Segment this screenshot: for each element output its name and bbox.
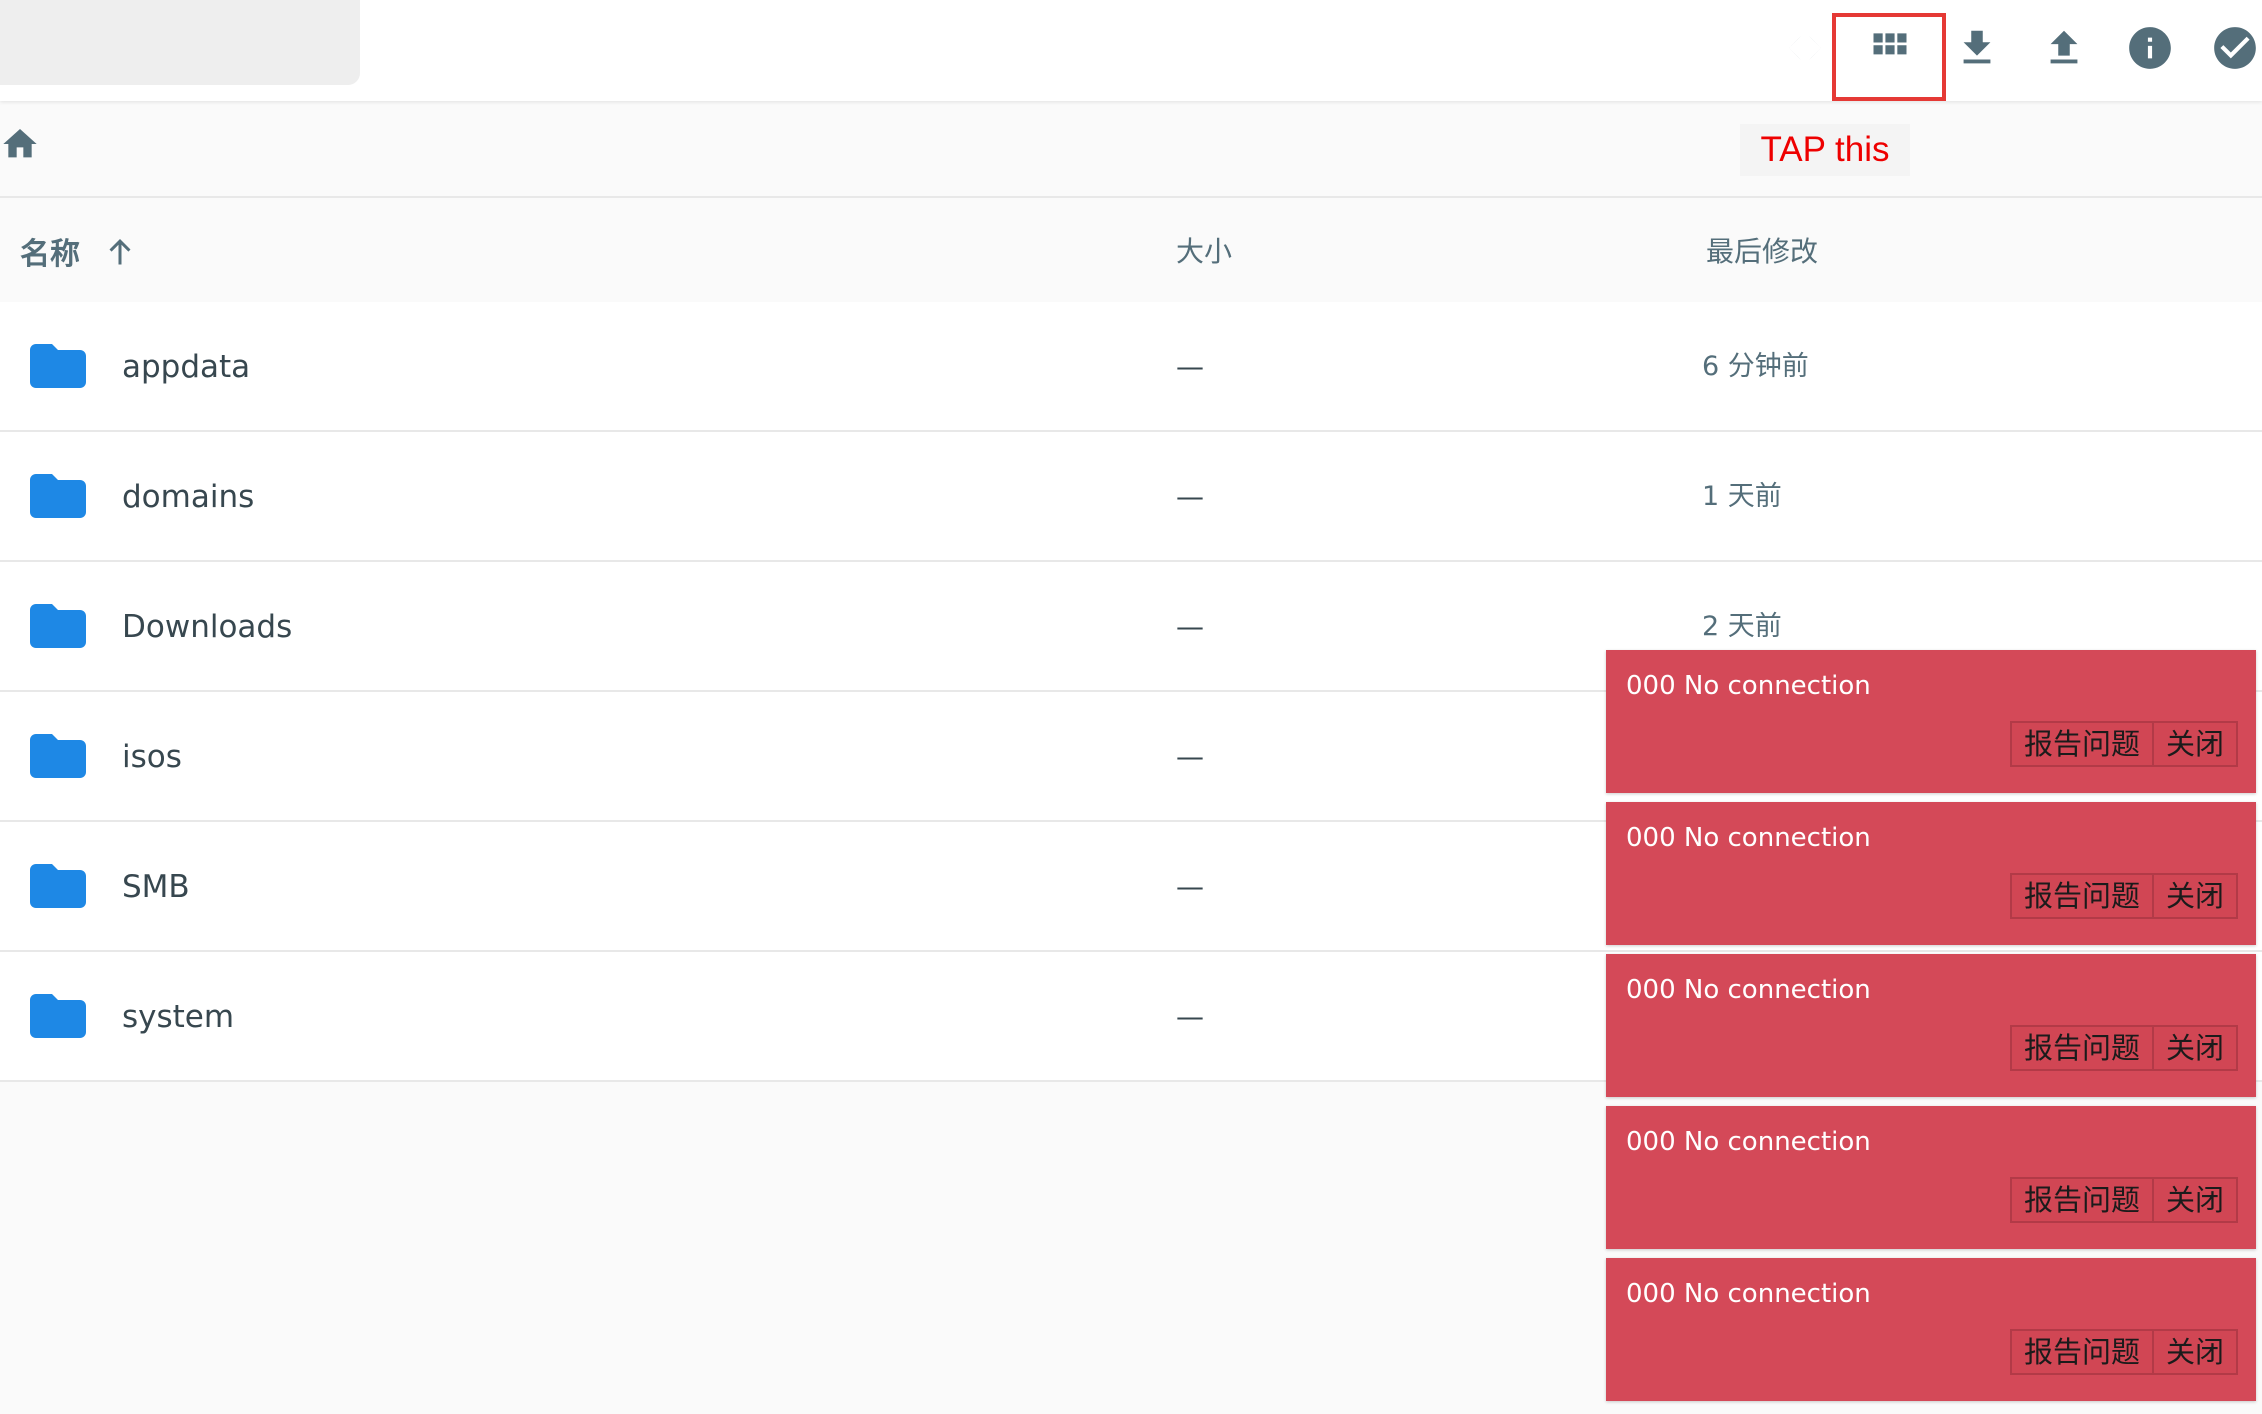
error-toast: 000 No connection 报告问题 关闭 bbox=[1606, 802, 2256, 945]
folder-icon bbox=[30, 994, 86, 1038]
grid-view-button[interactable] bbox=[1850, 8, 1930, 88]
toast-message: 000 No connection bbox=[1626, 1127, 1871, 1157]
info-icon bbox=[2129, 27, 2171, 69]
item-size: — bbox=[1176, 610, 1204, 643]
error-toast: 000 No connection 报告问题 关闭 bbox=[1606, 954, 2256, 1097]
column-name-label: 名称 bbox=[20, 237, 80, 272]
code-view-button[interactable] bbox=[1765, 8, 1845, 88]
item-name: isos bbox=[122, 739, 182, 775]
list-item[interactable]: appdata — 6 分钟前 bbox=[0, 302, 2262, 432]
error-toast: 000 No connection 报告问题 关闭 bbox=[1606, 650, 2256, 793]
folder-icon bbox=[30, 474, 86, 518]
column-header-name[interactable]: 名称 bbox=[20, 226, 138, 276]
item-name: Downloads bbox=[122, 609, 293, 645]
error-toast: 000 No connection 报告问题 关闭 bbox=[1606, 1258, 2256, 1401]
item-modified: 2 天前 bbox=[1702, 611, 1782, 642]
folder-icon bbox=[30, 734, 86, 778]
upload-icon bbox=[2050, 30, 2078, 64]
home-icon[interactable] bbox=[0, 124, 40, 164]
grid-icon bbox=[1873, 33, 1907, 55]
item-name: SMB bbox=[122, 869, 190, 905]
close-button[interactable]: 关闭 bbox=[2153, 1177, 2238, 1223]
toast-message: 000 No connection bbox=[1626, 823, 1871, 853]
column-header-modified[interactable]: 最后修改 bbox=[1706, 230, 1818, 274]
report-issue-button[interactable]: 报告问题 bbox=[2009, 721, 2154, 767]
folder-icon bbox=[30, 604, 86, 648]
item-modified: 6 分钟前 bbox=[1702, 351, 1809, 382]
item-size: — bbox=[1176, 350, 1204, 383]
download-icon bbox=[1963, 30, 1991, 64]
toast-message: 000 No connection bbox=[1626, 1279, 1871, 1309]
report-issue-button[interactable]: 报告问题 bbox=[2009, 873, 2154, 919]
report-issue-button[interactable]: 报告问题 bbox=[2009, 1329, 2154, 1375]
close-button[interactable]: 关闭 bbox=[2153, 721, 2238, 767]
download-button[interactable] bbox=[1937, 8, 2017, 88]
close-button[interactable]: 关闭 bbox=[2153, 873, 2238, 919]
code-brackets-icon bbox=[1789, 36, 1821, 60]
folder-icon bbox=[30, 864, 86, 908]
close-button[interactable]: 关闭 bbox=[2153, 1025, 2238, 1071]
item-name: system bbox=[122, 999, 235, 1035]
item-name: appdata bbox=[122, 349, 251, 385]
item-size: — bbox=[1176, 740, 1204, 773]
file-browser-page: TAP this 名称 大小 最后修改 appdata — 6 分钟前 doma… bbox=[0, 0, 2262, 1414]
search-box[interactable] bbox=[0, 0, 360, 85]
top-header bbox=[0, 0, 2262, 101]
list-header bbox=[0, 198, 2262, 304]
item-size: — bbox=[1176, 480, 1204, 513]
item-size: — bbox=[1176, 870, 1204, 903]
check-circle-icon bbox=[2214, 27, 2256, 69]
report-issue-button[interactable]: 报告问题 bbox=[2009, 1025, 2154, 1071]
error-toast: 000 No connection 报告问题 关闭 bbox=[1606, 1106, 2256, 1249]
select-button[interactable] bbox=[2195, 8, 2262, 88]
toast-message: 000 No connection bbox=[1626, 671, 1871, 701]
info-button[interactable] bbox=[2110, 8, 2190, 88]
arrow-up-icon bbox=[109, 239, 131, 265]
list-item[interactable]: domains — 1 天前 bbox=[0, 432, 2262, 562]
close-button[interactable]: 关闭 bbox=[2153, 1329, 2238, 1375]
folder-icon bbox=[30, 344, 86, 388]
item-modified: 1 天前 bbox=[1702, 481, 1782, 512]
item-size: — bbox=[1176, 1000, 1204, 1033]
item-name: domains bbox=[122, 479, 255, 515]
annotation-label: TAP this bbox=[1740, 124, 1910, 176]
upload-button[interactable] bbox=[2024, 8, 2104, 88]
breadcrumb bbox=[0, 101, 2262, 198]
column-header-size[interactable]: 大小 bbox=[1176, 230, 1232, 274]
report-issue-button[interactable]: 报告问题 bbox=[2009, 1177, 2154, 1223]
toast-message: 000 No connection bbox=[1626, 975, 1871, 1005]
